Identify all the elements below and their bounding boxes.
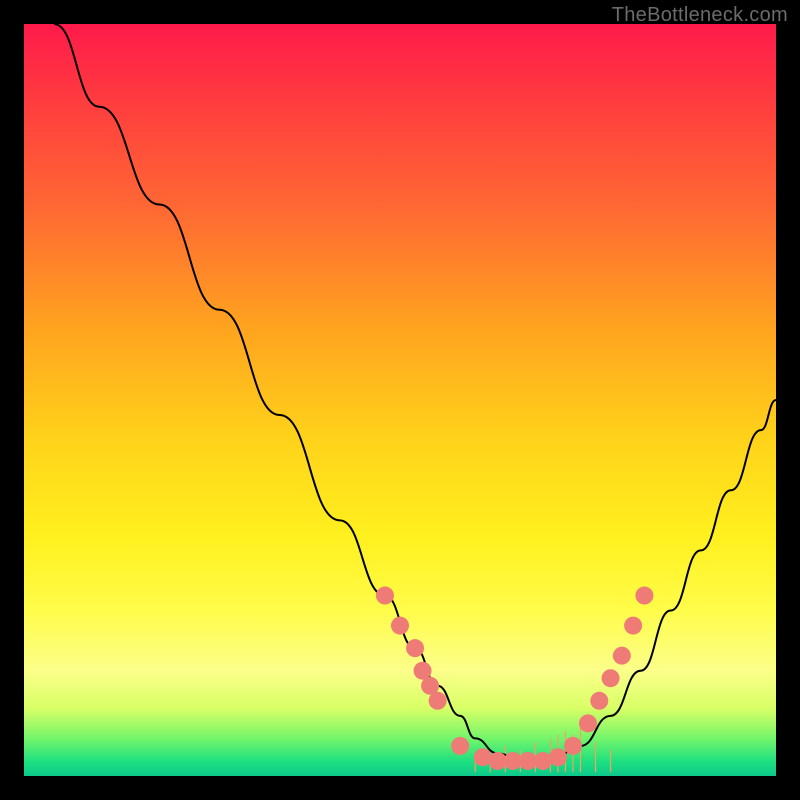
plot-area	[24, 24, 776, 776]
highlight-dot	[391, 617, 409, 635]
highlight-dot	[451, 737, 469, 755]
highlight-dot	[474, 748, 492, 766]
highlight-dot	[549, 748, 567, 766]
highlight-dot	[564, 737, 582, 755]
highlight-dot	[376, 587, 394, 605]
highlight-dot	[613, 647, 631, 665]
highlight-dot	[534, 752, 552, 770]
highlight-dot	[579, 714, 597, 732]
highlight-dot	[406, 639, 424, 657]
highlight-dot	[624, 617, 642, 635]
highlight-dot	[635, 587, 653, 605]
highlight-dot	[429, 692, 447, 710]
dots-layer	[24, 24, 776, 776]
highlight-dot	[602, 669, 620, 687]
highlight-dot	[590, 692, 608, 710]
chart-stage: TheBottleneck.com	[0, 0, 800, 800]
